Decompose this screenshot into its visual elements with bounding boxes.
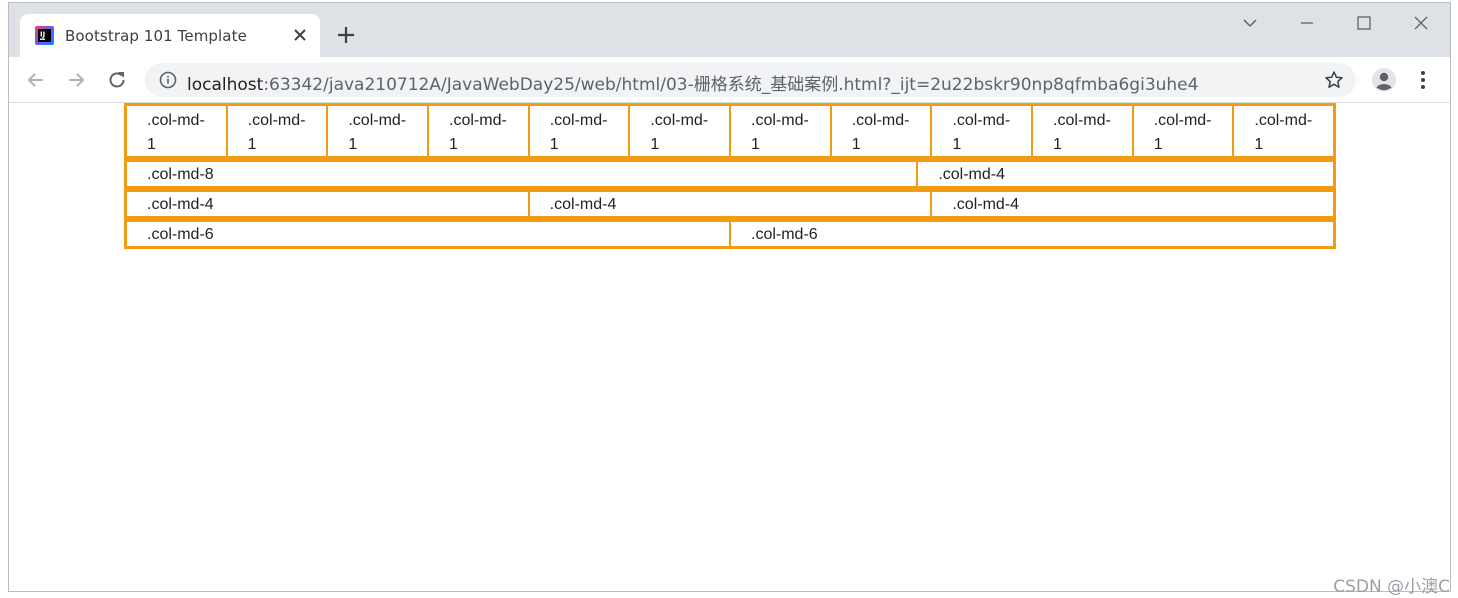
url-host: localhost [187,75,264,95]
tab-strip: IJ Bootstrap 101 Template [9,3,1450,57]
grid-cell-col-md-1: .col-md-1 [931,105,1033,157]
browser-window: IJ Bootstrap 101 Template localhost:6334… [8,2,1451,592]
grid-row-1: .col-md-1 .col-md-1 .col-md-1 .col-md-1 … [124,103,1336,159]
bootstrap-container: .col-md-1 .col-md-1 .col-md-1 .col-md-1 … [124,103,1336,249]
url-path: :63342/java210712A/JavaWebDay25/web/html… [263,75,1199,95]
close-window-icon[interactable] [1409,11,1433,35]
grid-cell-col-md-1: .col-md-1 [730,105,831,157]
grid-row-2: .col-md-8 .col-md-4 [124,159,1336,189]
grid-cell-col-md-1: .col-md-1 [629,105,731,157]
grid-cell-col-md-6: .col-md-6 [730,221,1334,247]
grid-cell-col-md-1: .col-md-1 [1032,105,1133,157]
tab-search-chevron-icon[interactable] [1238,11,1262,35]
tab-active[interactable]: IJ Bootstrap 101 Template [20,14,320,57]
tab-title: Bootstrap 101 Template [65,27,247,45]
grid-cell-col-md-1: .col-md-1 [1233,105,1335,157]
grid-cell-col-md-8: .col-md-8 [126,161,918,187]
grid-cell-col-md-1: .col-md-1 [327,105,429,157]
grid-cell-col-md-1: .col-md-1 [428,105,529,157]
grid-cell-col-md-4: .col-md-4 [931,191,1335,217]
page-viewport: .col-md-1 .col-md-1 .col-md-1 .col-md-1 … [9,103,1450,591]
grid-cell-col-md-4: .col-md-4 [126,191,529,217]
grid-row-4: .col-md-6 .col-md-6 [124,219,1336,249]
grid-cell-col-md-1: .col-md-1 [1132,105,1234,157]
grid-cell-col-md-4: .col-md-4 [917,161,1334,187]
forward-arrow-icon[interactable] [64,68,88,92]
bookmark-star-icon[interactable] [1324,70,1344,90]
intellij-favicon-icon: IJ [35,26,54,45]
browser-toolbar: localhost:63342/java210712A/JavaWebDay25… [9,57,1450,103]
grid-cell-col-md-1: .col-md-1 [226,105,328,157]
grid-row-3: .col-md-4 .col-md-4 .col-md-4 [124,189,1336,219]
new-tab-plus-icon[interactable] [335,24,357,46]
url-text[interactable]: localhost:63342/java210712A/JavaWebDay25… [187,70,1198,95]
grid-cell-col-md-1: .col-md-1 [126,105,227,157]
grid-cell-col-md-1: .col-md-1 [528,105,630,157]
grid-cell-col-md-6: .col-md-6 [126,221,730,247]
profile-avatar-icon[interactable] [1371,67,1397,93]
grid-cell-col-md-4: .col-md-4 [528,191,932,217]
minimize-icon[interactable] [1295,11,1319,35]
close-tab-icon[interactable] [290,25,310,45]
back-arrow-icon[interactable] [24,68,48,92]
address-bar[interactable]: localhost:63342/java210712A/JavaWebDay25… [145,63,1356,97]
site-info-icon[interactable] [159,71,177,89]
more-menu-icon[interactable] [1413,69,1433,91]
maximize-icon[interactable] [1352,11,1376,35]
svg-text:IJ: IJ [40,31,45,39]
csdn-watermark: CSDN @小澳C [1333,577,1450,597]
reload-icon[interactable] [105,68,129,92]
grid-cell-col-md-1: .col-md-1 [830,105,932,157]
